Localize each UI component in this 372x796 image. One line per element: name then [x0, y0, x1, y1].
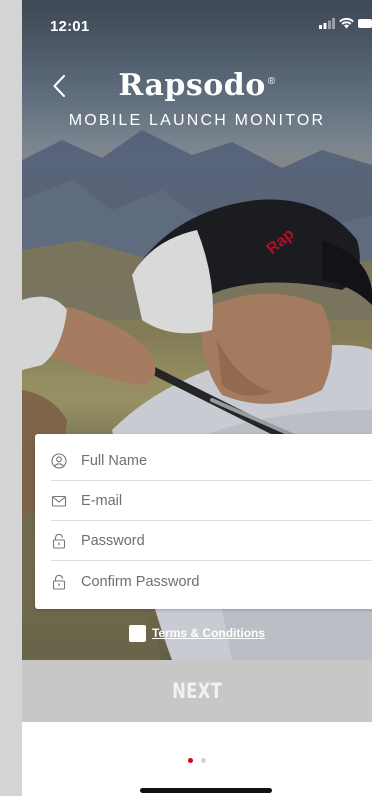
wifi-icon — [339, 18, 354, 29]
signal-icon — [319, 18, 335, 29]
home-indicator[interactable] — [140, 788, 272, 793]
terms-row: Terms & Conditions — [22, 620, 372, 646]
brand-logo: Rapsodo ® — [22, 68, 372, 103]
lock-icon — [51, 574, 67, 590]
page-indicator — [22, 758, 372, 763]
next-button[interactable]: NEXT — [22, 660, 372, 722]
confirm-password-input[interactable] — [81, 566, 361, 597]
person-icon — [51, 453, 67, 469]
page-dot-active[interactable] — [188, 758, 193, 763]
full-name-field — [51, 442, 372, 481]
status-time: 12:01 — [50, 18, 90, 35]
signup-form — [35, 434, 372, 609]
brand-name: Rapsodo — [118, 68, 266, 103]
next-button-label: NEXT — [171, 679, 223, 703]
terms-checkbox[interactable] — [128, 624, 146, 642]
confirm-password-field — [51, 562, 372, 601]
lock-icon — [51, 533, 67, 549]
mail-icon — [51, 493, 67, 509]
page-dot[interactable] — [201, 758, 206, 763]
status-icons — [319, 18, 372, 29]
email-input[interactable] — [81, 486, 361, 516]
email-field — [51, 482, 372, 521]
password-field — [51, 522, 372, 561]
registered-mark: ® — [267, 76, 276, 87]
footer — [22, 722, 372, 796]
phone-screen: Rap 12:01 Rapsodo ® MOBILE LAUNCH MONITO… — [22, 0, 372, 796]
full-name-input[interactable] — [81, 446, 361, 476]
battery-icon — [358, 19, 372, 28]
password-input[interactable] — [81, 526, 361, 556]
app-subtitle: MOBILE LAUNCH MONITOR — [68, 112, 326, 129]
left-gutter — [0, 0, 22, 796]
status-bar: 12:01 — [22, 0, 372, 44]
terms-link[interactable]: Terms & Conditions — [152, 626, 265, 640]
